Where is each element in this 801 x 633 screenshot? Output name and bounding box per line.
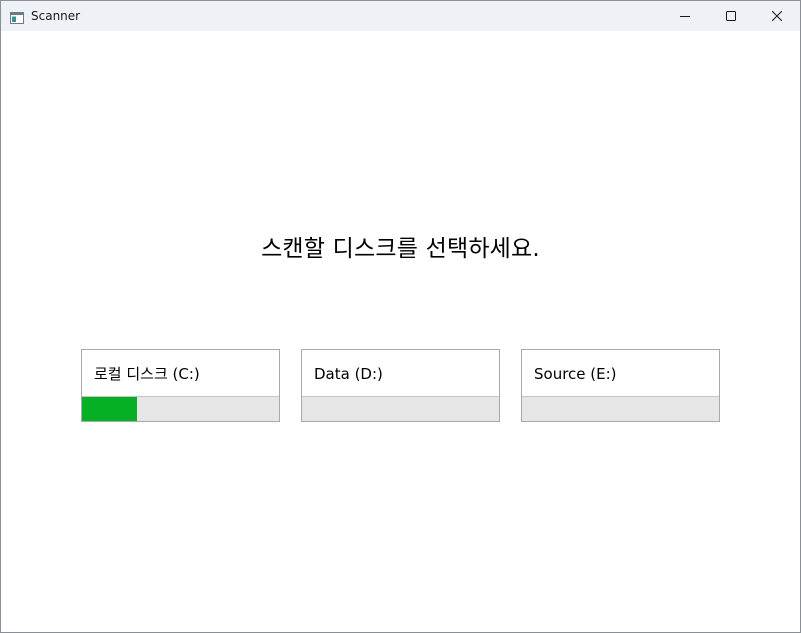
close-icon	[772, 11, 782, 21]
close-button[interactable]	[754, 1, 800, 31]
disk-label: 로컬 디스크 (C:)	[94, 365, 200, 383]
disk-usage-bar	[82, 396, 279, 421]
maximize-icon	[726, 11, 736, 21]
disk-button-c[interactable]: 로컬 디스크 (C:)	[81, 349, 280, 422]
scanner-window: Scanner 스캔할 디스크를 선택하세요. 로컬 디스크 (C:) Data…	[0, 0, 801, 633]
disk-button-e[interactable]: Source (E:)	[521, 349, 720, 422]
disk-label: Data (D:)	[314, 365, 383, 383]
page-heading: 스캔할 디스크를 선택하세요.	[261, 236, 540, 262]
disk-usage-bar	[522, 396, 719, 421]
client-area: 스캔할 디스크를 선택하세요. 로컬 디스크 (C:) Data (D:) So…	[1, 31, 800, 632]
title-bar[interactable]: Scanner	[1, 1, 800, 31]
disk-label: Source (E:)	[534, 365, 617, 383]
minimize-icon	[680, 11, 690, 21]
maximize-button[interactable]	[708, 1, 754, 31]
disk-usage-fill	[82, 397, 138, 421]
minimize-button[interactable]	[662, 1, 708, 31]
disk-button-d[interactable]: Data (D:)	[301, 349, 500, 422]
window-title: Scanner	[31, 9, 81, 23]
app-window-icon	[10, 9, 24, 24]
disk-usage-bar	[302, 396, 499, 421]
